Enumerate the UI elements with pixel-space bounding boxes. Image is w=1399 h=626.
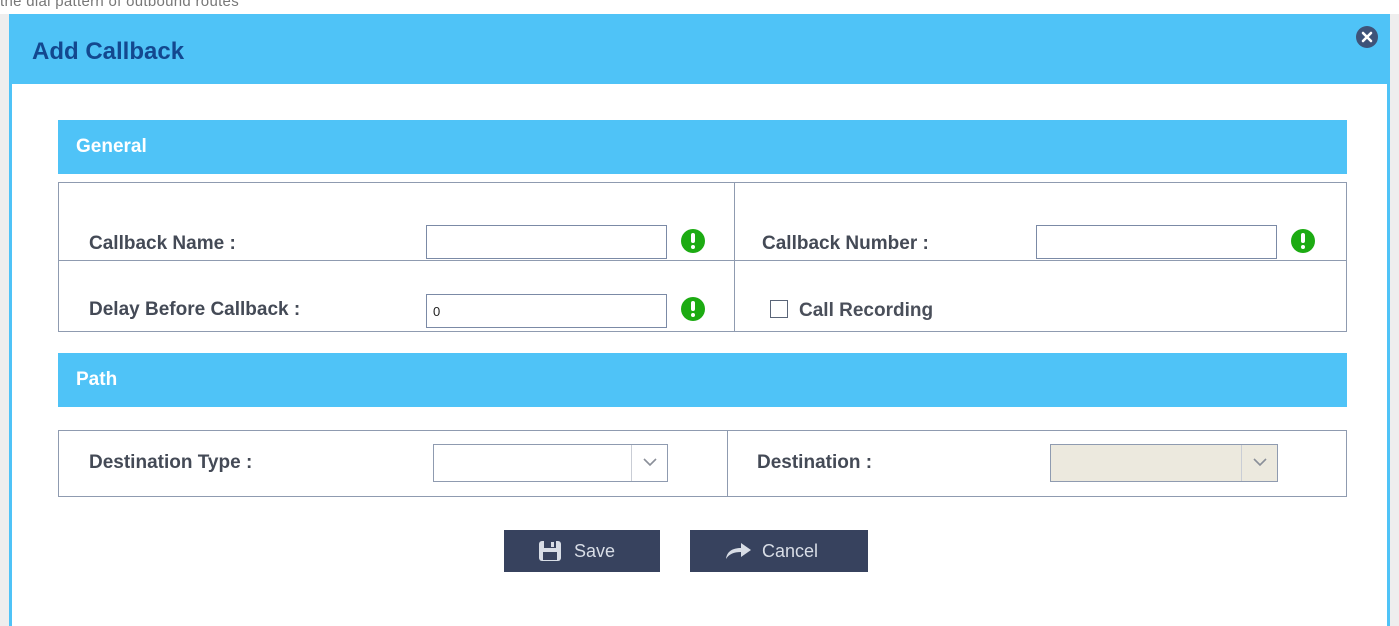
callback-name-label: Callback Name : [89,233,236,254]
dialog-header: Add Callback [12,14,1387,84]
required-icon [681,229,705,253]
table-divider [59,260,1346,261]
path-section-header: Path [58,353,1347,407]
required-icon [681,297,705,321]
cancel-button-label: Cancel [762,541,819,561]
destination-select[interactable] [1050,444,1278,482]
general-form-table: Callback Name : Callback Number : Delay … [58,182,1347,332]
general-section-title: General [76,136,147,157]
save-button[interactable]: Save [504,530,660,572]
callback-number-label: Callback Number : [762,233,929,254]
background-page-strip: the dial pattern of outbound routes [0,0,1399,15]
save-button-label: Save [574,541,616,561]
call-recording-checkbox[interactable] [770,300,788,318]
dialog-body: General Callback Name : Callback Number … [12,84,1387,626]
general-section-header: General [58,120,1347,174]
call-recording-label: Call Recording [799,300,934,321]
destination-label: Destination : [757,452,873,473]
background-page-right-edge [1390,14,1399,626]
path-form-table: Destination Type : Destination : [58,430,1347,497]
close-icon[interactable] [1356,26,1378,48]
table-divider [734,183,735,331]
required-icon [1291,229,1315,253]
delay-before-callback-label: Delay Before Callback : [89,299,301,320]
path-section-title: Path [76,369,118,390]
chevron-down-icon [1241,445,1277,481]
table-divider [727,431,728,496]
destination-type-label: Destination Type : [89,452,253,473]
chevron-down-icon [631,445,667,481]
destination-type-select[interactable] [433,444,668,482]
floppy-disk-icon [538,540,562,567]
cancel-button[interactable]: Cancel [690,530,868,572]
delay-before-callback-input[interactable] [426,294,667,328]
dialog-title: Add Callback [32,38,185,65]
callback-number-input[interactable] [1036,225,1277,259]
background-page-text: the dial pattern of outbound routes [0,0,240,10]
callback-name-input[interactable] [426,225,667,259]
share-arrow-icon [724,542,752,565]
add-callback-dialog: Add Callback General Callback Name : Cal… [9,14,1390,626]
